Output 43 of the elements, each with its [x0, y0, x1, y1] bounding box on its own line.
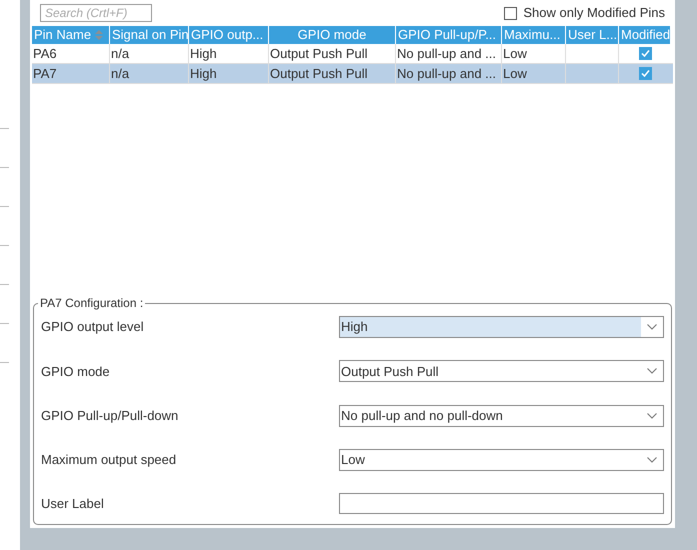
- sort-icon: [95, 30, 104, 40]
- column-header[interactable]: Signal on Pin: [110, 26, 188, 44]
- table-cell-text: Output Push Pull: [270, 64, 368, 83]
- chevron-down-icon: [647, 456, 657, 463]
- field-label: Maximum output speed: [41, 451, 176, 469]
- table-cell-text: High: [190, 64, 217, 83]
- table-row[interactable]: PA6 n/a High Output Push Pull No pull-up and ... Low: [32, 44, 673, 64]
- checkbox[interactable]: [638, 67, 652, 80]
- field-label: User Label: [41, 494, 104, 513]
- table-cell-text: No pull-up and ...: [397, 44, 496, 63]
- column-header[interactable]: Modified: [619, 26, 670, 44]
- column-header[interactable]: GPIO Pull-up/P...: [396, 26, 501, 44]
- column-header[interactable]: Maximu...: [502, 26, 565, 44]
- checkbox[interactable]: [638, 47, 652, 60]
- chevron-down-icon: [647, 324, 657, 330]
- table-cell-text: PA7: [33, 64, 57, 83]
- table-cell-text: No pull-up and ...: [397, 64, 496, 83]
- table-cell-text: Output Push Pull: [270, 44, 368, 63]
- column-header[interactable]: GPIO mode: [269, 26, 395, 44]
- field-label: GPIO Pull-up/Pull-down: [41, 406, 178, 425]
- table-cell-text: n/a: [111, 44, 130, 63]
- search-field[interactable]: Search (Crtl+F): [40, 4, 152, 22]
- column-header[interactable]: GPIO outp...: [189, 26, 268, 44]
- table-cell-text: High: [190, 44, 217, 63]
- dropdown[interactable]: Output Push Pull: [339, 360, 664, 382]
- table-cell-text: Low: [503, 44, 527, 63]
- field-label: GPIO mode: [41, 362, 110, 380]
- show-modified-label: Show only Modified Pins: [523, 4, 665, 22]
- dropdown[interactable]: No pull-up and no pull-down: [339, 404, 664, 426]
- input-field[interactable]: [339, 493, 664, 514]
- table-cell-text: Low: [503, 64, 527, 83]
- chevron-down-icon: [647, 368, 657, 374]
- dropdown[interactable]: High: [339, 316, 664, 338]
- chevron-down-icon: [647, 412, 657, 418]
- table-row[interactable]: PA7 n/a High Output Push Pull No pull-up and ... Low: [32, 64, 673, 84]
- dropdown[interactable]: Low: [339, 448, 664, 471]
- table-cell-text: PA6: [33, 44, 57, 63]
- column-header[interactable]: User L...: [566, 26, 618, 44]
- field-label: GPIO output level: [41, 318, 144, 336]
- section-title: PA7 Configuration :: [38, 295, 146, 311]
- checkbox[interactable]: [504, 6, 518, 20]
- table-cell-text: n/a: [111, 64, 130, 83]
- column-header[interactable]: Pin Name: [32, 26, 109, 44]
